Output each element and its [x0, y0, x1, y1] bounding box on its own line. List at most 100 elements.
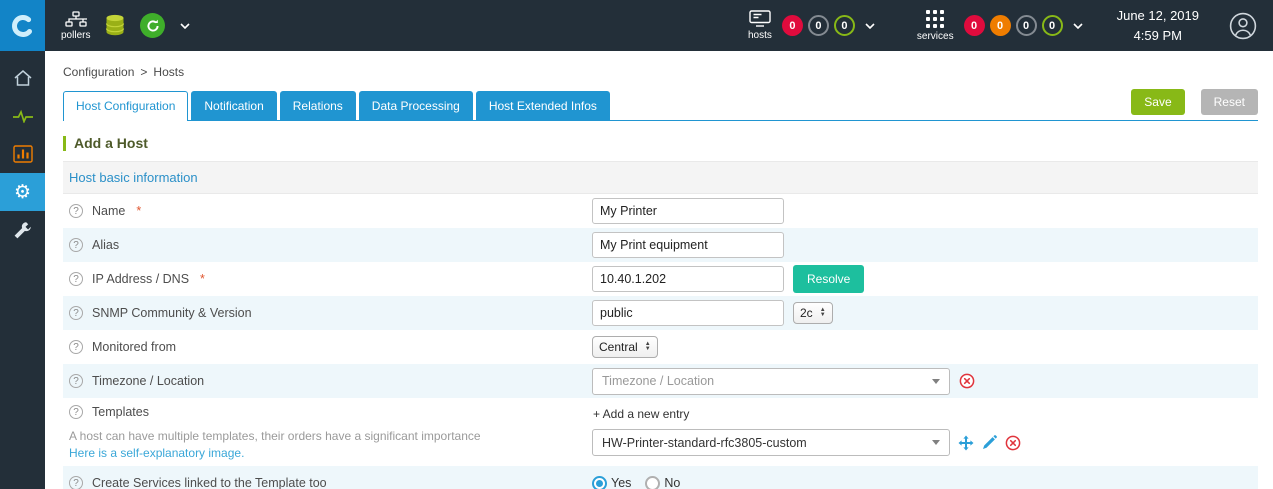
timezone-clear-button[interactable] [959, 373, 975, 389]
hosts-icon [749, 10, 771, 27]
resolve-button[interactable]: Resolve [793, 265, 865, 293]
pencil-icon [983, 435, 997, 449]
templates-help-link[interactable]: Here is a self-explanatory image. [69, 446, 592, 460]
home-icon [14, 70, 31, 86]
pollers-menu[interactable]: pollers [61, 10, 91, 41]
tab-notification[interactable]: Notification [191, 91, 277, 120]
templates-label: Templates [92, 405, 149, 419]
tab-actions: Save Reset [1131, 89, 1258, 115]
help-icon[interactable]: ? [69, 340, 83, 354]
centreon-logo[interactable] [0, 0, 45, 51]
hosts-chevron-down-icon[interactable] [865, 22, 875, 29]
help-icon[interactable]: ? [69, 374, 83, 388]
services-menu[interactable]: services [916, 9, 954, 42]
help-icon[interactable]: ? [69, 405, 83, 419]
name-input[interactable] [592, 198, 784, 224]
create-services-radio-group: Yes No [592, 475, 690, 489]
help-icon[interactable]: ? [69, 272, 83, 286]
monitored-from-select[interactable]: Central ▲ ▼ [592, 336, 658, 358]
services-badges: 0 0 0 0 [963, 15, 1083, 36]
hosts-menu[interactable]: hosts [748, 10, 772, 41]
radio-yes-label[interactable]: Yes [611, 476, 631, 489]
breadcrumb-page[interactable]: Hosts [153, 65, 184, 79]
ip-address-input[interactable] [592, 266, 784, 292]
reset-button[interactable]: Reset [1200, 89, 1258, 115]
hosts-badges: 0 0 0 [781, 15, 875, 36]
template-delete-button[interactable] [1005, 435, 1021, 451]
tab-bar: Host Configuration Notification Relation… [63, 89, 1258, 121]
bar-chart-icon [12, 145, 33, 163]
help-icon[interactable]: ? [69, 306, 83, 320]
hosts-up-badge[interactable]: 0 [833, 15, 855, 36]
sidebar-item-monitoring[interactable] [0, 97, 45, 135]
template-select[interactable]: HW-Printer-standard-rfc3805-custom [592, 429, 950, 456]
hosts-status-group: hosts 0 0 0 [748, 10, 875, 41]
dropdown-arrow-icon [932, 378, 940, 384]
sidebar-item-configuration[interactable]: ⚙ [0, 173, 45, 211]
required-marker: * [200, 272, 205, 286]
snmp-community-input[interactable] [592, 300, 784, 326]
topbar-right: hosts 0 0 0 services 0 0 0 0 June 12, 20… [748, 6, 1257, 45]
title-accent-bar [63, 135, 66, 151]
move-icon [958, 435, 974, 450]
main-content: Configuration > Hosts Host Configuration… [45, 51, 1273, 489]
page-title-text: Add a Host [74, 135, 148, 151]
pollers-chevron-down-icon[interactable] [180, 22, 191, 29]
centreon-logo-icon [11, 14, 34, 37]
timezone-label: Timezone / Location [92, 374, 205, 388]
tab-host-extended-infos[interactable]: Host Extended Infos [475, 91, 610, 120]
alias-label: Alias [92, 238, 120, 252]
sidebar-item-home[interactable] [0, 59, 45, 97]
user-avatar[interactable] [1229, 12, 1257, 40]
template-move-handle[interactable] [958, 435, 974, 451]
help-icon[interactable]: ? [69, 238, 83, 252]
services-label: services [916, 30, 954, 42]
create-services-label: Create Services linked to the Template t… [92, 476, 327, 489]
services-warning-badge[interactable]: 0 [989, 15, 1011, 36]
hosts-unreachable-badge[interactable]: 0 [807, 15, 829, 36]
ip-address-label: IP Address / DNS [92, 272, 190, 286]
add-template-entry-link[interactable]: + Add a new entry [593, 407, 1021, 421]
help-icon[interactable]: ? [69, 476, 83, 489]
current-time: 4:59 PM [1133, 27, 1182, 43]
breadcrumb-separator: > [140, 65, 148, 79]
sidebar-item-reporting[interactable] [0, 135, 45, 173]
monitored-from-label: Monitored from [92, 340, 177, 354]
services-unknown-badge[interactable]: 0 [1015, 15, 1037, 36]
breadcrumb-section[interactable]: Configuration [63, 65, 134, 79]
wrench-icon [14, 221, 31, 238]
radio-yes[interactable] [592, 475, 607, 489]
sidebar-item-administration[interactable] [0, 211, 45, 249]
tab-host-configuration[interactable]: Host Configuration [63, 91, 189, 121]
form-row-monitored-from: ? Monitored from Central ▲ ▼ [63, 330, 1258, 364]
template-select-value: HW-Printer-standard-rfc3805-custom [602, 435, 807, 450]
save-button[interactable]: Save [1131, 89, 1185, 115]
tab-data-processing[interactable]: Data Processing [358, 91, 473, 120]
poller-ok-status-icon[interactable] [140, 13, 166, 38]
tab-relations[interactable]: Relations [279, 91, 356, 120]
snmp-version-select[interactable]: 2c ▲ ▼ [793, 302, 833, 324]
database-status-icon[interactable] [105, 14, 125, 37]
services-ok-badge[interactable]: 0 [1041, 15, 1063, 36]
services-critical-badge[interactable]: 0 [963, 15, 985, 36]
user-icon [1229, 12, 1257, 39]
poller-status-cluster: pollers [61, 10, 191, 41]
topbar: pollers hosts 0 0 0 services 0 0 0 0 Jun… [0, 0, 1273, 51]
services-icon [926, 9, 945, 28]
template-edit-button[interactable] [982, 435, 997, 450]
current-date: June 12, 2019 [1116, 8, 1199, 23]
timezone-select[interactable]: Timezone / Location [592, 367, 950, 395]
alias-input[interactable] [592, 232, 784, 258]
services-chevron-down-icon[interactable] [1073, 22, 1083, 29]
radio-no[interactable] [645, 475, 661, 489]
snmp-version-value: 2c [800, 306, 813, 320]
form-row-templates: ? Templates A host can have multiple tem… [63, 398, 1258, 466]
pollers-label: pollers [61, 29, 91, 41]
services-status-group: services 0 0 0 0 [916, 9, 1083, 42]
clock: June 12, 2019 4:59 PM [1117, 6, 1199, 45]
radio-no-label[interactable]: No [664, 476, 680, 489]
hosts-down-badge[interactable]: 0 [781, 15, 803, 36]
form-row-create-services: ? Create Services linked to the Template… [63, 466, 1258, 489]
page-title: Add a Host [63, 135, 1258, 151]
help-icon[interactable]: ? [69, 204, 83, 218]
